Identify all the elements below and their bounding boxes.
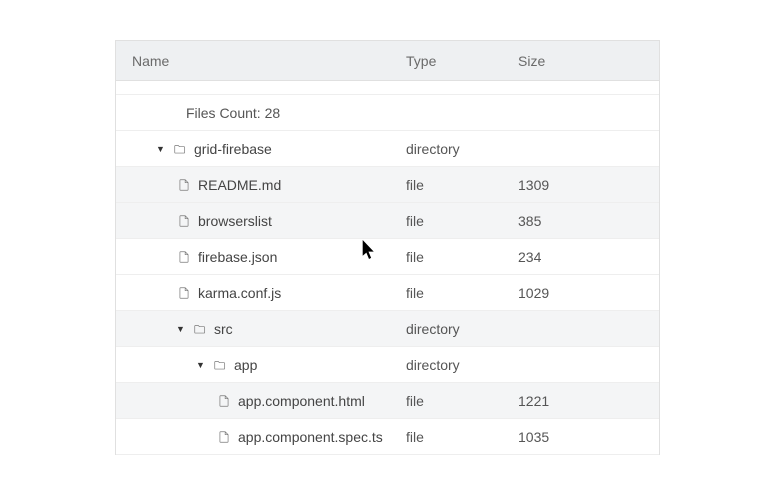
file-icon [176,177,192,193]
table-row[interactable]: ▼ src directory [116,311,659,347]
file-name-label: app [234,357,257,373]
table-header: Name Type Size [116,41,659,81]
file-name-label: karma.conf.js [198,285,281,301]
file-name-label: src [214,321,233,337]
cell-type: file [396,177,508,193]
cell-name[interactable]: ▼ grid-firebase [116,141,396,157]
cell-size: 1035 [508,429,659,445]
file-name-label: README.md [198,177,281,193]
cell-type: directory [396,141,508,157]
file-icon [176,213,192,229]
table-row[interactable]: README.md file1309 [116,167,659,203]
table-row[interactable]: firebase.json file234 [116,239,659,275]
cell-name[interactable]: ▼ app [116,357,396,373]
column-header-type[interactable]: Type [396,53,508,69]
file-icon [176,285,192,301]
table-row[interactable]: Files Count: 28 [116,95,659,131]
chevron-down-icon[interactable]: ▼ [176,324,188,334]
cell-type: file [396,429,508,445]
file-name-label: grid-firebase [194,141,272,157]
file-icon [176,249,192,265]
cell-size: 1221 [508,393,659,409]
file-tree-grid[interactable]: Name Type Size tslint.jsonfile247 Files C… [115,40,660,455]
cell-name[interactable]: ▼ src [116,321,396,337]
cell-name[interactable]: app.component.spec.ts [116,429,396,445]
table-row[interactable]: browserslist file385 [116,203,659,239]
folder-icon [192,321,208,337]
folder-icon [172,141,188,157]
column-header-size[interactable]: Size [508,53,659,69]
file-name-label: app.component.spec.ts [238,429,383,445]
cell-name[interactable]: browserslist [116,213,396,229]
file-name-label: browserslist [198,213,272,229]
chevron-down-icon[interactable]: ▼ [196,360,208,370]
cell-type: file [396,393,508,409]
folder-icon [212,357,228,373]
table-row[interactable]: app.component.spec.ts file1035 [116,419,659,455]
file-name-label: firebase.json [198,249,277,265]
table-row[interactable]: app.component.html file1221 [116,383,659,419]
cell-size: 1029 [508,285,659,301]
column-header-name[interactable]: Name [116,53,396,69]
table-row[interactable]: tslint.jsonfile247 [116,81,659,95]
table-row[interactable]: ▼ app directory [116,347,659,383]
cell-name[interactable]: app.component.html [116,393,396,409]
cell-type: directory [396,321,508,337]
cell-size: 234 [508,249,659,265]
cell-name[interactable]: Files Count: 28 [116,105,396,121]
cell-type: file [396,249,508,265]
cell-type: file [396,285,508,301]
cell-name[interactable]: karma.conf.js [116,285,396,301]
file-icon [216,393,232,409]
summary-label: Files Count: 28 [186,105,280,121]
table-row[interactable]: karma.conf.js file1029 [116,275,659,311]
chevron-down-icon[interactable]: ▼ [156,144,168,154]
cell-size: 385 [508,213,659,229]
cell-name[interactable]: README.md [116,177,396,193]
table-row[interactable]: ▼ grid-firebase directory [116,131,659,167]
file-icon [216,429,232,445]
cell-type: file [396,213,508,229]
cell-name[interactable]: firebase.json [116,249,396,265]
file-name-label: app.component.html [238,393,365,409]
cell-size: 1309 [508,177,659,193]
cell-type: directory [396,357,508,373]
